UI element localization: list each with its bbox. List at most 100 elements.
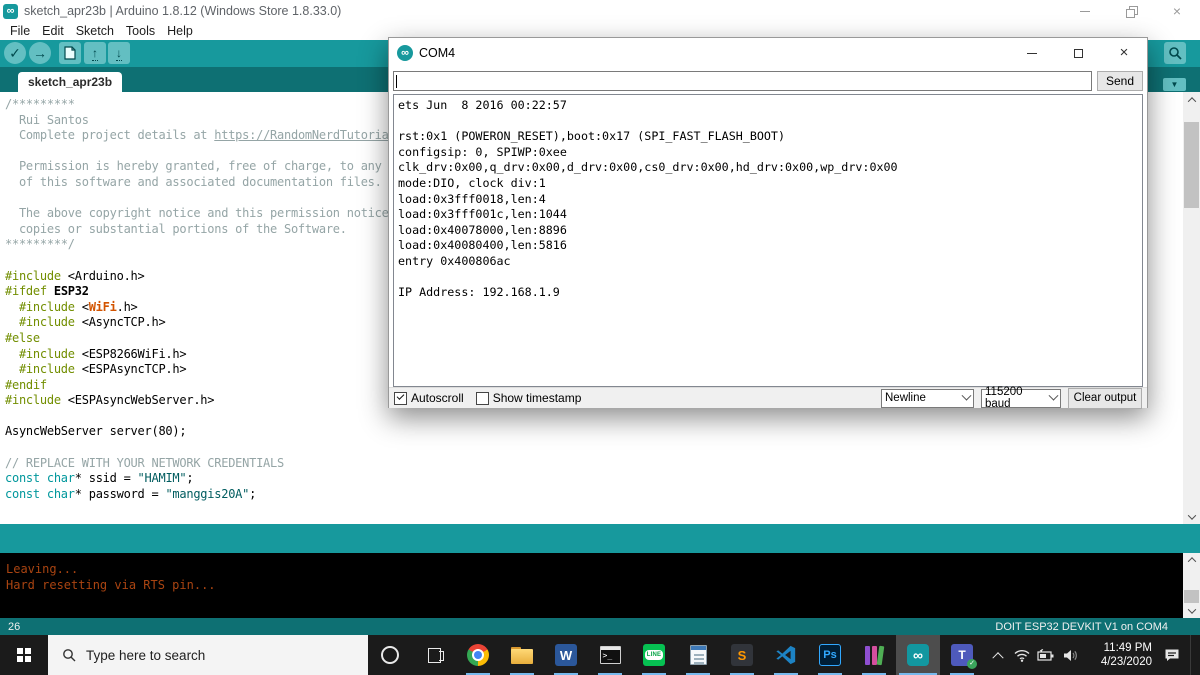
arduino-icon: ∞ <box>907 644 929 666</box>
minimize-button[interactable] <box>1062 0 1108 22</box>
taskbar-winrar[interactable] <box>852 635 896 675</box>
line-ending-value: Newline <box>885 392 955 404</box>
winrar-icon <box>865 646 883 665</box>
scroll-down-button[interactable] <box>1183 604 1200 618</box>
menu-tools[interactable]: Tools <box>120 24 161 38</box>
serial-output-area[interactable]: ets Jun 8 2016 00:22:57 rst:0x1 (POWERON… <box>393 94 1143 387</box>
check-icon: ✓ <box>9 46 21 60</box>
tray-expand-button[interactable] <box>986 635 1010 675</box>
start-button[interactable] <box>0 635 48 675</box>
build-console[interactable]: Leaving... Hard resetting via RTS pin... <box>0 553 1183 618</box>
autoscroll-checkbox[interactable] <box>394 392 407 405</box>
taskbar-arduino-active[interactable]: ∞ <box>896 635 940 675</box>
battery-charging-icon <box>1037 649 1055 661</box>
serial-window-controls: × <box>1009 38 1147 68</box>
menu-sketch[interactable]: Sketch <box>70 24 120 38</box>
chevron-down-icon <box>1049 390 1059 400</box>
line-ending-select[interactable]: Newline <box>881 389 974 408</box>
taskbar-vscode[interactable] <box>764 635 808 675</box>
clear-output-button[interactable]: Clear output <box>1068 388 1142 409</box>
wifi-tray-button[interactable] <box>1010 635 1034 675</box>
minimize-button[interactable] <box>1009 38 1055 68</box>
maximize-icon <box>1074 49 1083 58</box>
line-app-icon: LINE <box>643 644 665 666</box>
status-footer: 26 DOIT ESP32 DEVKIT V1 on COM4 <box>0 618 1200 635</box>
serial-options-bar: Autoscroll Show timestamp Newline 115200… <box>389 387 1147 408</box>
maximize-button[interactable] <box>1055 38 1101 68</box>
close-button[interactable]: × <box>1101 38 1147 68</box>
speaker-icon <box>1063 649 1078 662</box>
baud-rate-select[interactable]: 115200 baud <box>981 389 1061 408</box>
cortana-icon <box>381 646 399 664</box>
taskbar-chrome[interactable] <box>456 635 500 675</box>
serial-monitor-button[interactable] <box>1164 42 1186 64</box>
word-icon: W <box>555 644 577 666</box>
vscode-icon <box>775 644 797 666</box>
taskbar-photoshop[interactable]: Ps <box>808 635 852 675</box>
scroll-up-button[interactable] <box>1183 553 1200 567</box>
verify-button[interactable]: ✓ <box>4 42 26 64</box>
scroll-up-button[interactable] <box>1183 92 1200 107</box>
editor-scrollbar[interactable] <box>1183 92 1200 524</box>
task-view-icon <box>426 648 442 662</box>
wifi-icon <box>1014 649 1030 662</box>
new-sketch-button[interactable] <box>59 42 81 64</box>
send-button[interactable]: Send <box>1097 71 1143 91</box>
autoscroll-label: Autoscroll <box>411 391 464 405</box>
task-view-button[interactable] <box>412 635 456 675</box>
serial-output-text: ets Jun 8 2016 00:22:57 rst:0x1 (POWERON… <box>394 95 1142 304</box>
editor-scrollbar-thumb[interactable] <box>1184 122 1199 208</box>
console-scrollbar[interactable] <box>1183 553 1200 618</box>
photoshop-icon: Ps <box>819 644 841 666</box>
taskbar-clock[interactable]: 11:49 PM 4/23/2020 <box>1090 641 1152 669</box>
minimize-icon <box>1027 53 1037 54</box>
tab-label: sketch_apr23b <box>28 75 112 89</box>
show-timestamp-checkbox[interactable] <box>476 392 489 405</box>
sublime-icon: S <box>731 644 753 666</box>
serial-title-bar[interactable]: ∞ COM4 × <box>389 38 1147 68</box>
taskbar-search-box[interactable] <box>48 635 368 675</box>
menu-help[interactable]: Help <box>161 24 199 38</box>
cortana-button[interactable] <box>368 635 412 675</box>
taskbar-teams[interactable]: T✓ <box>940 635 984 675</box>
open-button[interactable]: ↑ <box>84 42 106 64</box>
arduino-app-icon: ∞ <box>397 45 413 61</box>
serial-input-field[interactable] <box>393 71 1092 91</box>
taskbar-notepad[interactable] <box>676 635 720 675</box>
main-title-bar[interactable]: ∞ sketch_apr23b | Arduino 1.8.12 (Window… <box>0 0 1200 22</box>
taskbar-file-explorer[interactable] <box>500 635 544 675</box>
show-desktop-button[interactable] <box>1190 635 1194 675</box>
console-scrollbar-thumb[interactable] <box>1184 590 1199 603</box>
chevron-up-icon <box>1187 557 1195 565</box>
tab-dropdown-button[interactable]: ▼ <box>1163 78 1186 91</box>
taskbar-word[interactable]: W <box>544 635 588 675</box>
serial-input[interactable] <box>394 72 1091 90</box>
teams-status-badge: ✓ <box>967 659 977 669</box>
search-icon <box>62 648 76 662</box>
clock-date: 4/23/2020 <box>1090 655 1152 669</box>
terminal-icon <box>600 646 621 664</box>
search-input[interactable] <box>86 648 326 663</box>
taskbar-line-app[interactable]: LINE <box>632 635 676 675</box>
console-output-text: Leaving... Hard resetting via RTS pin... <box>0 553 1183 593</box>
save-button[interactable]: ↓ <box>108 42 130 64</box>
arrow-up-icon: ↑ <box>92 46 98 61</box>
menu-edit[interactable]: Edit <box>36 24 70 38</box>
volume-tray-button[interactable] <box>1058 635 1082 675</box>
scroll-down-button[interactable] <box>1183 509 1200 524</box>
close-button[interactable]: × <box>1154 0 1200 22</box>
action-center-button[interactable] <box>1160 635 1184 675</box>
taskbar-sublime[interactable]: S <box>720 635 764 675</box>
status-message-strip <box>0 524 1200 553</box>
menu-file[interactable]: File <box>4 24 36 38</box>
restore-button[interactable] <box>1108 0 1154 22</box>
battery-tray-button[interactable] <box>1034 635 1058 675</box>
windows-logo-icon <box>17 648 31 662</box>
chevron-up-icon <box>992 652 1003 663</box>
tab-sketch[interactable]: sketch_apr23b <box>18 72 122 92</box>
serial-monitor-window: ∞ COM4 × Send ets Jun 8 2016 00:22:57 rs… <box>388 37 1148 408</box>
main-window-controls: × <box>1062 0 1200 22</box>
taskbar-command-prompt[interactable] <box>588 635 632 675</box>
upload-button[interactable]: → <box>29 42 51 64</box>
notepad-icon <box>690 645 707 665</box>
